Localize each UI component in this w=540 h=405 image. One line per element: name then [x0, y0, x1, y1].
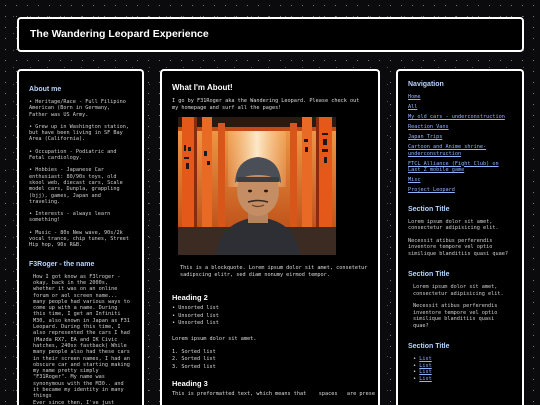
list-item: 1. Sorted list: [172, 348, 216, 355]
story-heading: F3Roger - the name: [29, 260, 95, 268]
section-3-link[interactable]: List: [419, 376, 432, 382]
list-item: 3. Sorted list: [172, 363, 216, 370]
about-item: Heritage/Race - Full Filipino American (…: [29, 99, 132, 118]
section-3-link[interactable]: List: [419, 369, 432, 375]
about-heading: About me: [29, 86, 62, 93]
preformatted-text: This is preformatted text, which means t…: [172, 391, 376, 397]
list-item: 2. Sorted list: [172, 356, 216, 362]
nav-link-home[interactable]: Home: [408, 94, 421, 100]
photo-illustration: [178, 117, 336, 255]
list-item: Unsorted list: [172, 305, 368, 313]
main-heading: What I'm About!: [172, 83, 233, 92]
section-1-text-1: Lorem ipsum dolor sit amet, consectetur …: [408, 218, 499, 232]
list-item: Unsorted list: [172, 313, 368, 321]
profile-photo: [178, 117, 336, 255]
left-sidebar: About me Heritage/Race - Full Filipino A…: [17, 69, 144, 405]
nav-link-reaction-vans[interactable]: Reaction Vans: [408, 124, 449, 130]
nav-heading: Navigation: [408, 81, 444, 88]
about-item: Music - 80s New wave, 90s/2k vocal tranc…: [29, 230, 132, 249]
heading-2: Heading 2: [172, 293, 208, 302]
section-1-text-2: Necessit atibus perferendis inventore te…: [408, 237, 508, 257]
main-content: What I'm About! I go by F31Roger aka the…: [160, 69, 380, 405]
nav-link-misc[interactable]: Misc: [408, 177, 421, 183]
section-3-link[interactable]: List: [419, 363, 432, 369]
about-list: Heritage/Race - Full Filipino American (…: [29, 99, 132, 249]
nav-link-ftcl-alliance[interactable]: FTCL Alliance (Fight Club) on Last Z mob…: [408, 161, 499, 174]
header-box: The Wandering Leopard Experience: [17, 17, 524, 52]
nav-link-project-leopard[interactable]: Project Leopard: [408, 187, 455, 193]
lorem-paragraph: Lorem ipsum dolor sit amet.: [172, 335, 257, 342]
section-title-3: Section Title: [408, 343, 450, 350]
section-2-text-1: Lorem ipsum dolor sit amet, consectetur …: [413, 284, 504, 297]
blockquote: This is a blockquote. Lorem ipsum dolor …: [180, 265, 368, 278]
heading-3: Heading 3: [172, 379, 208, 388]
intro-text: I go by F31Roger aka the Wandering Leopa…: [172, 98, 360, 111]
section-3-link[interactable]: List: [419, 356, 432, 362]
site-title: The Wandering Leopard Experience: [30, 28, 209, 40]
section-title-2: Section Title: [408, 271, 450, 278]
list-item: Unsorted list: [172, 320, 368, 328]
nav-link-cartoon-anime[interactable]: Cartoon and Anime shrine- underconstruct…: [408, 144, 486, 157]
unsorted-list: Unsorted list Unsorted list Unsorted lis…: [172, 305, 368, 328]
nav-link-old-cars[interactable]: My old cars - underconstruction: [408, 114, 505, 120]
sorted-list: 1. Sorted list 2. Sorted list 3. Sorted …: [172, 349, 368, 372]
right-sidebar: Navigation Home All My old cars - underc…: [396, 69, 524, 405]
nav-link-all[interactable]: All: [408, 104, 417, 110]
story-text: How I got know as F3lroger - okay, back …: [33, 273, 130, 405]
section-3-list: List List List List: [408, 356, 512, 382]
section-title-1: Section Title: [408, 205, 450, 213]
about-item: Occupation - Podiatric and Fetal cardiol…: [29, 149, 132, 162]
nav-link-japan-trips[interactable]: Japan Trips: [408, 134, 442, 140]
about-item: Interests - always learn something!: [29, 211, 132, 224]
section-2-text-2: Necessit atibus perferendis inventore te…: [413, 303, 498, 329]
nav-list: Home All My old cars - underconstruction…: [408, 94, 512, 194]
about-item: Grew up in Washington station, but have …: [29, 124, 132, 143]
about-item: Hobbies - Japanese Car enthusiast: 80/90…: [29, 167, 132, 205]
